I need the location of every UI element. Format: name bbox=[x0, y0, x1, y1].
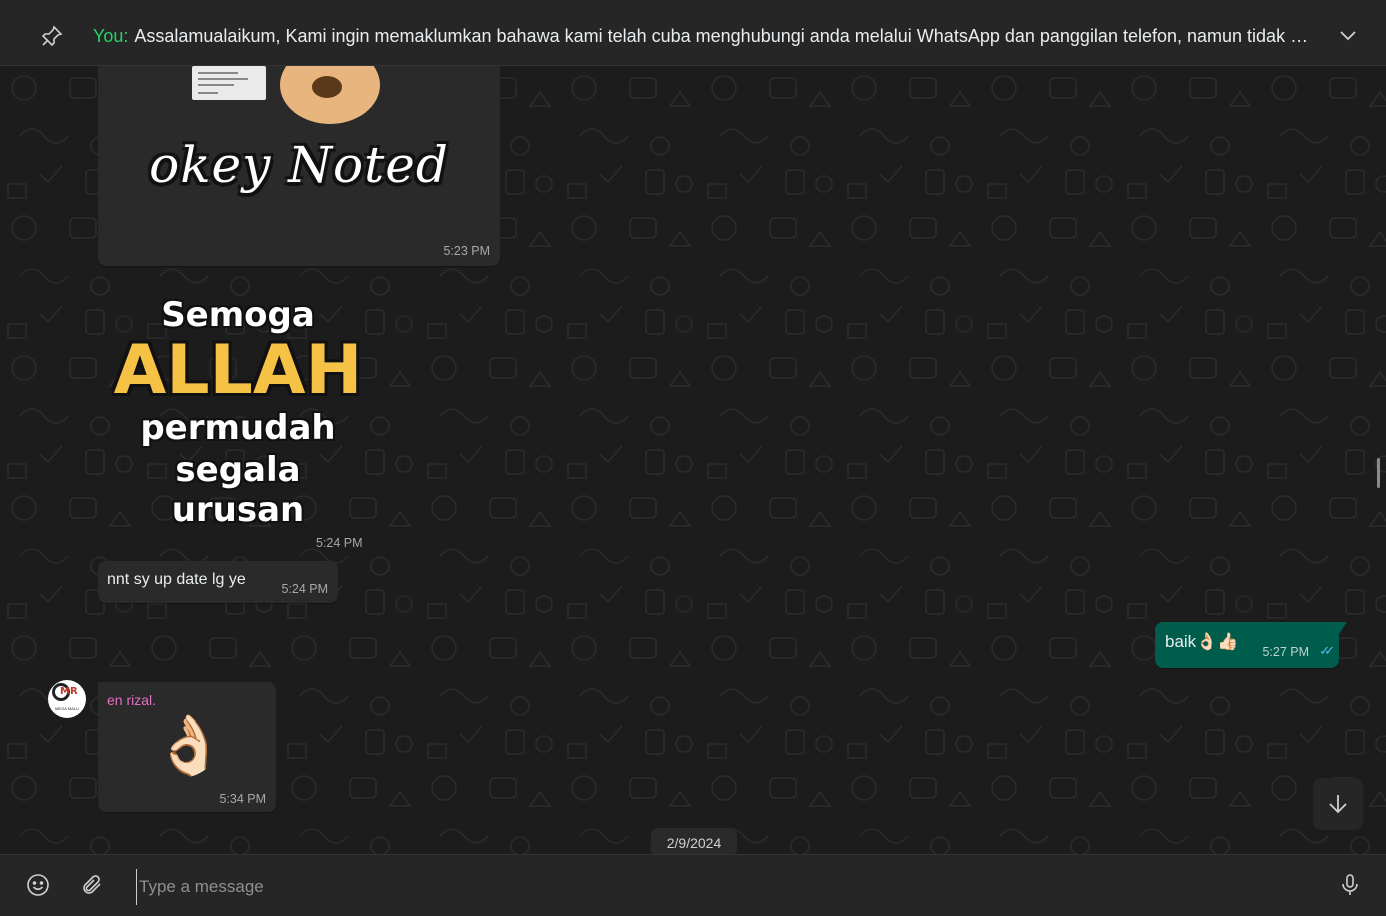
pinned-message-text: You: Assalamualaikum, Kami ingin memaklum… bbox=[93, 26, 1323, 47]
avatar[interactable]: MR MEGA MALU bbox=[48, 680, 86, 718]
message-time: 5:27 PM bbox=[1262, 645, 1309, 659]
sticker-line-4: segala urusan bbox=[171, 450, 305, 530]
avatar-logo-mark: MR bbox=[60, 686, 78, 697]
microphone-icon[interactable] bbox=[1338, 873, 1362, 897]
scrollbar-thumb[interactable] bbox=[1377, 458, 1380, 488]
ok-hand-emoji: 👌🏻 bbox=[153, 713, 226, 778]
incoming-message[interactable]: nnt sy up date lg ye 5:24 PM bbox=[98, 561, 338, 603]
message-time: 5:24 PM bbox=[281, 582, 328, 596]
incoming-emoji-message[interactable]: en rizal. 👌🏻 5:34 PM bbox=[98, 682, 276, 812]
message-time: 5:34 PM bbox=[219, 792, 266, 806]
message-time: 5:24 PM bbox=[316, 536, 363, 550]
sticker-message-okey-noted[interactable]: okey Noted 5:23 PM bbox=[98, 66, 500, 266]
sticker-line-3: permudah bbox=[140, 408, 336, 448]
sticker-line-1: Semoga bbox=[161, 295, 315, 335]
sticker-text: okey Noted bbox=[149, 136, 449, 194]
message-composer bbox=[0, 854, 1386, 916]
sender-name[interactable]: en rizal. bbox=[107, 692, 156, 708]
message-input[interactable] bbox=[136, 869, 1291, 905]
message-time: 5:23 PM bbox=[443, 244, 490, 258]
bubble-tail bbox=[1339, 622, 1347, 634]
outgoing-message[interactable]: baik👌🏻👍🏻 5:27 PM ✓✓ bbox=[1155, 622, 1347, 668]
sticker-message-doa[interactable]: Semoga ALLAH permudah segala urusan bbox=[108, 294, 368, 530]
read-receipt-icon: ✓✓ bbox=[1319, 643, 1335, 658]
chat-area[interactable]: okey Noted 5:23 PM Semoga ALLAH permudah… bbox=[0, 66, 1386, 854]
sticker-paper-graphic bbox=[192, 66, 266, 100]
chevron-down-icon[interactable] bbox=[1338, 26, 1358, 46]
date-separator: 2/9/2024 bbox=[651, 828, 737, 854]
avatar-logo-subtext: MEGA MALU bbox=[55, 706, 79, 711]
attach-icon[interactable] bbox=[80, 873, 104, 897]
pinned-message-body: Assalamualaikum, Kami ingin memaklumkan … bbox=[134, 26, 1323, 46]
message-text: nnt sy up date lg ye bbox=[107, 571, 246, 588]
sticker-line-2: ALLAH bbox=[113, 331, 363, 410]
message-text: baik👌🏻👍🏻 bbox=[1165, 632, 1239, 651]
scroll-to-bottom-button[interactable] bbox=[1313, 778, 1363, 830]
sticker-ok-hand-graphic bbox=[280, 66, 380, 124]
arrow-down-icon bbox=[1329, 795, 1347, 814]
pin-icon[interactable] bbox=[40, 24, 64, 48]
pinned-sender-label: You: bbox=[93, 26, 129, 46]
emoji-icon[interactable] bbox=[26, 873, 50, 897]
pinned-message-bar[interactable]: You: Assalamualaikum, Kami ingin memaklum… bbox=[0, 0, 1386, 66]
